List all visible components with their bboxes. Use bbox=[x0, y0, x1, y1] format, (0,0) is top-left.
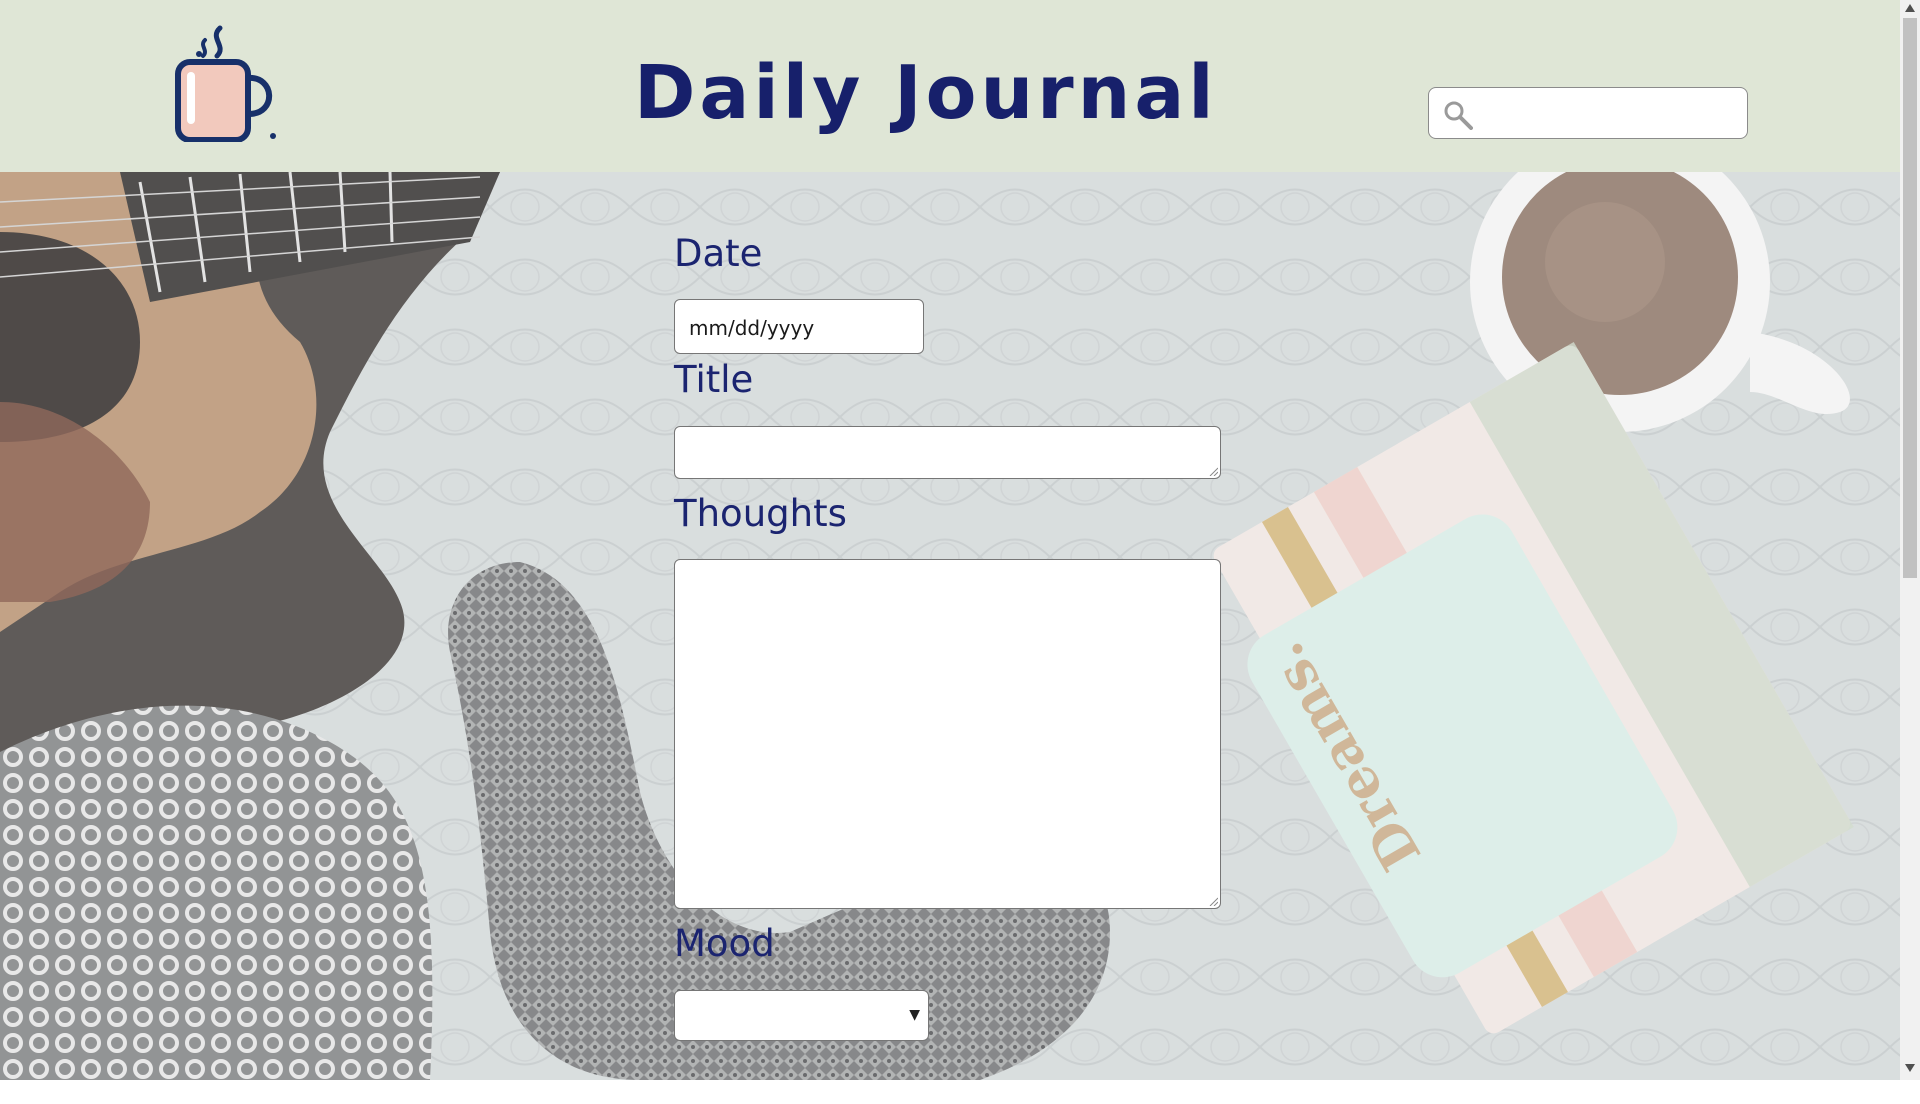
page: Daily Journal Dreams. Date mm/dd/yyyy Ti… bbox=[0, 0, 1900, 1080]
journal-form: Date mm/dd/yyyy Title Thoughts Mood ▼ bbox=[674, 172, 1234, 1080]
coffee-mug-icon[interactable] bbox=[165, 10, 290, 143]
scrollbar-thumb[interactable] bbox=[1903, 18, 1917, 578]
title-input[interactable] bbox=[674, 426, 1221, 479]
page-title: Daily Journal bbox=[634, 50, 1218, 136]
date-input[interactable]: mm/dd/yyyy bbox=[674, 299, 924, 354]
scroll-down-icon[interactable] bbox=[1905, 1064, 1915, 1072]
vertical-scrollbar[interactable] bbox=[1900, 0, 1920, 1080]
thoughts-label: Thoughts bbox=[674, 492, 847, 535]
search-icon bbox=[1443, 100, 1473, 130]
dropdown-arrow-icon: ▼ bbox=[909, 1007, 920, 1023]
search-input[interactable] bbox=[1428, 87, 1748, 139]
header: Daily Journal bbox=[0, 0, 1900, 172]
mood-label: Mood bbox=[674, 922, 775, 965]
resize-handle-icon[interactable] bbox=[1208, 466, 1218, 476]
date-placeholder: mm/dd/yyyy bbox=[689, 316, 815, 340]
mood-select[interactable]: ▼ bbox=[674, 990, 929, 1041]
scroll-up-icon[interactable] bbox=[1905, 4, 1915, 12]
thoughts-textarea[interactable] bbox=[674, 559, 1221, 909]
title-label: Title bbox=[674, 358, 754, 401]
date-label: Date bbox=[674, 232, 763, 275]
resize-handle-icon[interactable] bbox=[1208, 896, 1218, 906]
